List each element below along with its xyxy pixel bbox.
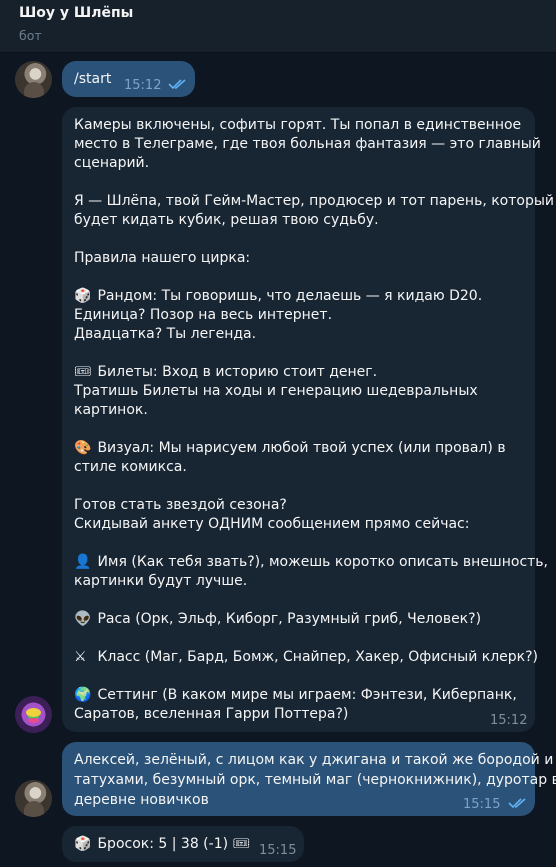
dice-icon: 🎲	[74, 836, 92, 852]
message-line: место в Телеграме, где твоя больная фант…	[74, 136, 541, 152]
message-line-text: Сеттинг (В каком мире мы играем: Фэнтези…	[97, 687, 517, 703]
dice-icon: 🎲	[74, 288, 92, 304]
message-line: Камеры включены, софиты горят. Ты попал …	[74, 117, 522, 133]
message-line: 🎲 Бросок: 5 | 38 (-1) 🎟	[74, 835, 250, 854]
read-checkmarks-icon	[508, 798, 526, 809]
message-line: Скидывай анкету ОДНИМ сообщением прямо с…	[74, 516, 470, 532]
message-line: Единица? Позор на весь интернет.	[74, 307, 333, 323]
crossed-swords-icon: ⚔	[74, 649, 87, 665]
person-icon: 👤	[74, 554, 92, 570]
message-line: татухами, безумный орк, темный маг (черн…	[74, 772, 556, 788]
message-line-text: Раса (Орк, Эльф, Киборг, Разумный гриб, …	[97, 611, 482, 627]
message-line: 👽 Раса (Орк, Эльф, Киборг, Разумный гриб…	[74, 610, 481, 629]
message-line: Двадцатка? Ты легенда.	[74, 326, 257, 342]
user-avatar[interactable]	[15, 780, 52, 817]
ticket-icon: 🎟	[232, 836, 251, 852]
message-time: 15:15	[259, 843, 297, 858]
message-line: 🎟 Билеты: Вход в историю стоит денег.	[74, 363, 377, 382]
message-line-text: Билеты: Вход в историю стоит денег.	[97, 364, 378, 380]
message-time: 15:12	[490, 713, 528, 728]
message-line: Саратов, вселенная Гарри Поттера?)	[74, 706, 349, 722]
message-line-text: Визуал: Мы нарисуем любой твой успех (ил…	[97, 440, 506, 456]
message-line-text: Имя (Как тебя звать?), можешь коротко оп…	[97, 554, 549, 570]
character-reply-bubble[interactable]: Алексей, зелёный, с лицом как у джигана …	[62, 742, 556, 816]
message-line: сценарий.	[74, 155, 150, 171]
message-line-text: Класс (Маг, Бард, Бомж, Снайпер, Хакер, …	[97, 649, 539, 665]
message-line: 🎲 Рандом: Ты говоришь, что делаешь — я к…	[74, 287, 482, 306]
welcome-message-bubble[interactable]: Камеры включены, софиты горят. Ты попал …	[62, 107, 554, 732]
message-line: Тратишь Билеты на ходы и генерацию шедев…	[74, 383, 478, 399]
message-line: Я — Шлёпа, твой Гейм-Мастер, продюсер и …	[74, 193, 554, 209]
message-line: картинки будут лучше.	[74, 573, 248, 589]
start-message-bubble[interactable]: /start 15:12	[62, 61, 195, 97]
message-text: /start	[74, 71, 112, 87]
message-time: 15:15	[463, 797, 501, 812]
message-line: 🎨 Визуал: Мы нарисуем любой твой успех (…	[74, 439, 506, 458]
chat-header[interactable]: Шоу у Шлёпы бот	[0, 0, 556, 53]
message-line: 👤 Имя (Как тебя звать?), можешь коротко …	[74, 553, 548, 572]
user-avatar[interactable]	[15, 61, 52, 98]
message-line: стиле комикса.	[74, 459, 187, 475]
globe-icon: 🌍	[74, 687, 92, 703]
alien-icon: 👽	[74, 611, 92, 627]
ticket-icon: 🎟	[74, 364, 92, 380]
chat-subtitle: бот	[19, 28, 42, 43]
bot-avatar[interactable]	[15, 696, 52, 733]
dice-roll-bubble[interactable]: 🎲 Бросок: 5 | 38 (-1) 🎟 15:15	[62, 826, 304, 862]
message-line: Правила нашего цирка:	[74, 250, 251, 266]
message-line-text: Рандом: Ты говоришь, что делаешь — я кид…	[97, 288, 483, 304]
message-line: Алексей, зелёный, с лицом как у джигана …	[74, 752, 554, 768]
message-line: 🌍 Сеттинг (В каком мире мы играем: Фэнте…	[74, 686, 517, 705]
read-checkmarks-icon	[168, 79, 186, 90]
message-line: ⚔ Класс (Маг, Бард, Бомж, Снайпер, Хакер…	[74, 648, 538, 667]
message-time: 15:12	[124, 78, 162, 93]
chat-title: Шоу у Шлёпы	[19, 5, 134, 21]
message-line: Готов стать звездой сезона?	[74, 497, 287, 513]
roll-result-text: Бросок: 5 | 38 (-1)	[97, 836, 229, 852]
palette-icon: 🎨	[74, 440, 92, 456]
message-line: будет кидать кубик, решая твою судьбу.	[74, 212, 379, 228]
message-line: картинок.	[74, 402, 148, 418]
message-line: деревне новичков	[74, 792, 209, 808]
